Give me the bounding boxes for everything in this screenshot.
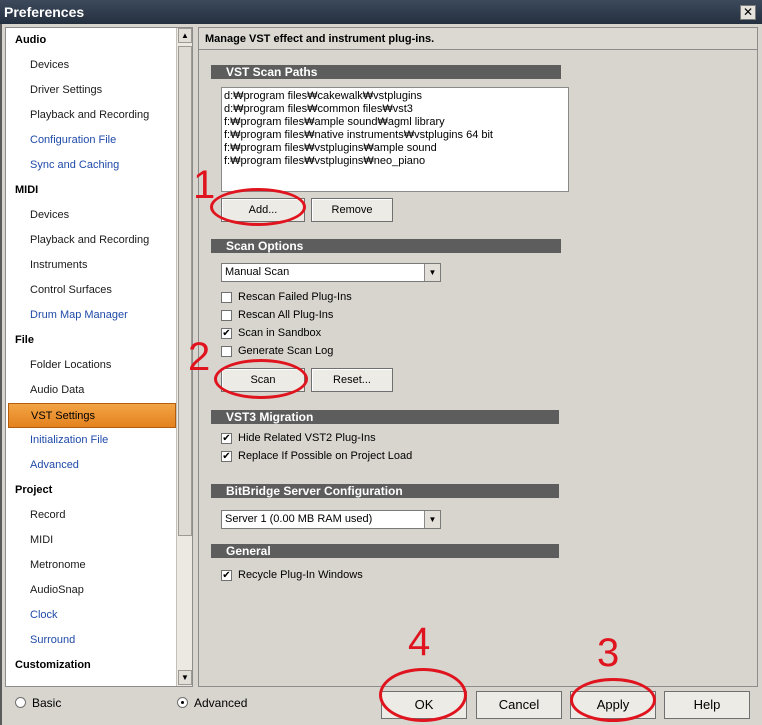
sidebar-item-devices[interactable]: Devices [6, 203, 176, 228]
scan-mode-dropdown[interactable]: Manual Scan ▼ [221, 263, 441, 282]
checkbox-label: Recycle Plug-In Windows [238, 569, 363, 581]
vst-settings-panel: Manage VST effect and instrument plug-in… [198, 27, 758, 687]
annotation-number-1: 1 [193, 163, 216, 207]
sidebar-category-audio[interactable]: Audio [6, 28, 176, 53]
sidebar-item-playback-and-recording[interactable]: Playback and Recording [6, 103, 176, 128]
panel-header: Manage VST effect and instrument plug-in… [199, 28, 757, 50]
list-item[interactable]: f:₩program files₩ample sound₩agml librar… [224, 116, 566, 129]
sidebar-item-advanced[interactable]: Advanced [6, 453, 176, 478]
sidebar-item-driver-settings[interactable]: Driver Settings [6, 78, 176, 103]
annotation-number-2: 2 [188, 335, 211, 379]
sidebar-item-sync-and-caching[interactable]: Sync and Caching [6, 153, 176, 178]
cancel-button[interactable]: Cancel [476, 691, 562, 719]
close-button[interactable]: ✕ [740, 5, 756, 20]
scan-paths-list[interactable]: d:₩program files₩cakewalk₩vstplugins d:₩… [221, 87, 569, 192]
section-vst3-migration: VST3 Migration [211, 410, 559, 424]
sidebar-item-configuration-file[interactable]: Configuration File [6, 128, 176, 153]
chevron-down-icon[interactable]: ▼ [424, 264, 440, 281]
checkmark-icon[interactable]: ✔ [221, 570, 232, 581]
sidebar-item-devices[interactable]: Devices [6, 53, 176, 78]
sidebar-item-folder-locations[interactable]: Folder Locations [6, 353, 176, 378]
preferences-tree: Audio Devices Driver Settings Playback and … [5, 27, 193, 687]
scroll-down-icon[interactable]: ▼ [178, 670, 192, 685]
annotation-circle-scan [214, 359, 308, 399]
title-bar: Preferences ✕ [0, 0, 762, 24]
window-title: Preferences [4, 4, 85, 20]
close-icon: ✕ [742, 5, 754, 19]
advanced-radio-label: Advanced [194, 696, 248, 710]
checkmark-icon[interactable]: ✔ [221, 328, 232, 339]
checkbox-label: Replace If Possible on Project Load [238, 450, 413, 462]
sidebar-item-audiosnap[interactable]: AudioSnap [6, 578, 176, 603]
scroll-up-icon[interactable]: ▲ [178, 28, 192, 43]
sidebar-item-surround[interactable]: Surround [6, 628, 176, 653]
server-value: Server 1 (0.00 MB RAM used) [225, 513, 373, 525]
sidebar-item-record[interactable]: Record [6, 503, 176, 528]
list-item[interactable]: f:₩program files₩native instruments₩vstp… [224, 129, 566, 142]
sidebar-category-project[interactable]: Project [6, 478, 176, 503]
checkmark-icon[interactable]: ✔ [221, 433, 232, 444]
reset-button[interactable]: Reset... [311, 368, 393, 392]
checkbox-empty-icon[interactable] [221, 310, 232, 321]
help-button[interactable]: Help [664, 691, 750, 719]
advanced-radio-indicator[interactable] [177, 697, 188, 708]
chevron-down-icon[interactable]: ▼ [424, 511, 440, 528]
checkmark-icon[interactable]: ✔ [221, 451, 232, 462]
annotation-circle-apply [570, 678, 656, 722]
basic-radio-label: Basic [32, 696, 62, 710]
sidebar-item-audio-data[interactable]: Audio Data [6, 378, 176, 403]
sidebar-item-control-surfaces[interactable]: Control Surfaces [6, 278, 176, 303]
annotation-circle-add [210, 188, 306, 226]
sidebar-item-vst-settings[interactable]: VST Settings [8, 403, 176, 428]
checkbox-empty-icon[interactable] [221, 346, 232, 357]
sidebar-item-midi[interactable]: MIDI [6, 528, 176, 553]
section-bitbridge: BitBridge Server Configuration [211, 484, 559, 498]
bitbridge-server-dropdown[interactable]: Server 1 (0.00 MB RAM used) ▼ [221, 510, 441, 529]
list-item[interactable]: f:₩program files₩vstplugins₩neo_piano [224, 155, 566, 168]
list-item[interactable]: d:₩program files₩cakewalk₩vstplugins [224, 90, 566, 103]
sidebar-category-midi[interactable]: MIDI [6, 178, 176, 203]
sidebar-item-instruments[interactable]: Instruments [6, 253, 176, 278]
section-vst-scan-paths: VST Scan Paths [211, 65, 561, 79]
annotation-circle-ok [379, 668, 467, 722]
basic-radio-indicator[interactable] [15, 697, 26, 708]
checkbox-label: Generate Scan Log [238, 345, 334, 357]
list-item[interactable]: d:₩program files₩common files₩vst3 [224, 103, 566, 116]
checkbox-label: Scan in Sandbox [238, 327, 322, 339]
sidebar-category-customization[interactable]: Customization [6, 653, 176, 678]
sidebar-item-playback-and-recording[interactable]: Playback and Recording [6, 228, 176, 253]
remove-button[interactable]: Remove [311, 198, 393, 222]
sidebar-item-metronome[interactable]: Metronome [6, 553, 176, 578]
scroll-thumb[interactable] [178, 46, 192, 536]
sidebar-item-clock[interactable]: Clock [6, 603, 176, 628]
annotation-number-3: 3 [597, 631, 620, 675]
sidebar-item-initialization-file[interactable]: Initialization File [6, 428, 176, 453]
checkbox-label: Hide Related VST2 Plug-Ins [238, 432, 376, 444]
sidebar-item-drum-map-manager[interactable]: Drum Map Manager [6, 303, 176, 328]
section-general: General [211, 544, 559, 558]
section-scan-options: Scan Options [211, 239, 561, 253]
checkbox-label: Rescan All Plug-Ins [238, 309, 334, 321]
sidebar-category-file[interactable]: File [6, 328, 176, 353]
list-item[interactable]: f:₩program files₩vstplugins₩ample sound [224, 142, 566, 155]
checkbox-label: Rescan Failed Plug-Ins [238, 291, 352, 303]
checkbox-empty-icon[interactable] [221, 292, 232, 303]
annotation-number-4: 4 [408, 620, 431, 664]
scan-mode-value: Manual Scan [225, 266, 290, 278]
